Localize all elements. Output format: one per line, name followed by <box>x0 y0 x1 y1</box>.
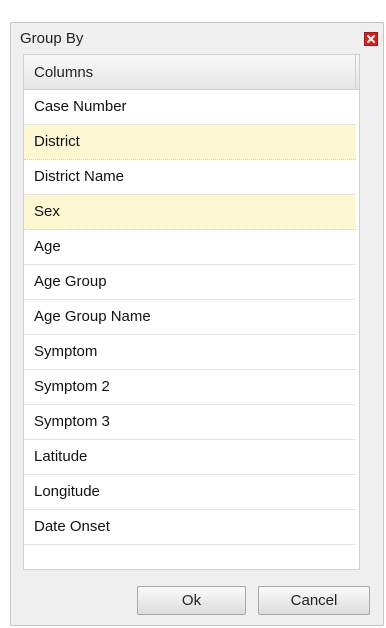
column-row[interactable]: Sex <box>24 195 356 230</box>
columns-header[interactable]: Columns <box>24 55 356 89</box>
column-row[interactable]: Symptom 2 <box>24 370 356 405</box>
column-row-label: Latitude <box>34 448 88 465</box>
column-row[interactable]: Symptom 3 <box>24 405 356 440</box>
column-row[interactable]: Latitude <box>24 440 356 475</box>
grid-rows: Case Number District District Name Sex Age Ag… <box>24 90 359 545</box>
close-icon <box>367 35 375 43</box>
column-row-label: Case Number <box>34 98 127 115</box>
column-row[interactable]: Date Onset <box>24 510 356 545</box>
column-row[interactable]: Longitude <box>24 475 356 510</box>
column-row-label: Age Group Name <box>34 308 151 325</box>
ok-button[interactable]: Ok <box>137 586 246 615</box>
column-row[interactable]: Age Group <box>24 265 356 300</box>
column-row[interactable]: District <box>24 125 356 160</box>
column-row-label: Symptom 3 <box>34 413 110 430</box>
dialog-title: Group By <box>20 30 84 47</box>
column-row[interactable]: Age Group Name <box>24 300 356 335</box>
column-row-label: Symptom 2 <box>34 378 110 395</box>
column-row[interactable]: Symptom <box>24 335 356 370</box>
column-row-label: District Name <box>34 168 125 185</box>
column-row[interactable]: Age <box>24 230 356 265</box>
column-row-label: Symptom <box>34 343 98 360</box>
grid-header: Columns <box>24 55 359 90</box>
cancel-button[interactable]: Cancel <box>258 586 370 615</box>
column-row-label: Age <box>34 238 61 255</box>
column-row-label: District <box>34 133 80 150</box>
close-button[interactable] <box>364 32 378 46</box>
dialog-titlebar[interactable]: Group By <box>11 23 383 53</box>
columns-grid: Columns Case Number District District Name… <box>23 54 360 570</box>
column-row[interactable]: Case Number <box>24 90 356 125</box>
column-row[interactable]: District Name <box>24 160 356 195</box>
column-row-label: Age Group <box>34 273 107 290</box>
group-by-dialog: Group By Columns Case Number District Dist… <box>10 22 384 626</box>
column-row-label: Longitude <box>34 483 100 500</box>
columns-header-label: Columns <box>34 64 94 81</box>
column-row-label: Sex <box>34 203 60 220</box>
column-row-label: Date Onset <box>34 518 110 535</box>
